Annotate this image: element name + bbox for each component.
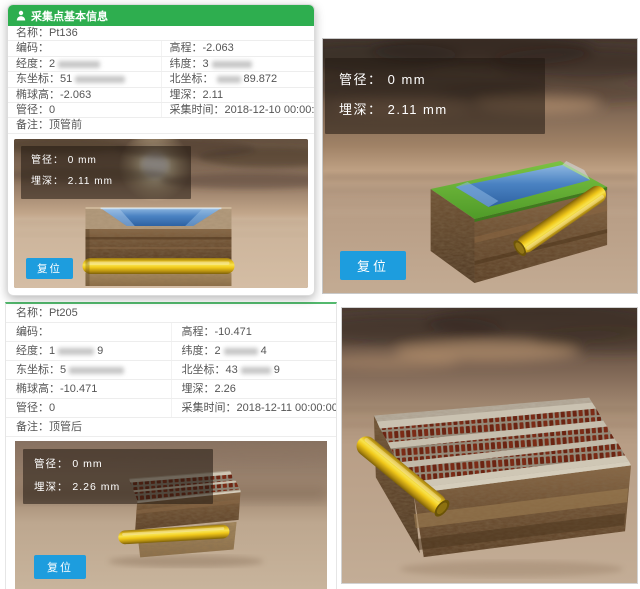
field-ellipsoid-height: 椭球高：-10.471 bbox=[6, 380, 171, 398]
redacted-value bbox=[241, 367, 271, 374]
pipe-diameter-text: 管径： 0 mm bbox=[339, 65, 531, 95]
terrain-block bbox=[82, 207, 234, 286]
field-remark: 备注：顶管后 bbox=[6, 418, 336, 436]
pipe-diameter-text: 管径： 0 mm bbox=[31, 150, 181, 172]
measurement-overlay: 管径： 0 mm 埋深： 2.11 mm bbox=[325, 58, 545, 134]
field-name: 名称：Pt205 bbox=[6, 304, 336, 322]
point-info-form: 名称：Pt205 编码： 高程：-10.471 经度：1 9 纬度：2 bbox=[6, 304, 336, 437]
field-depth: 埋深：2.26 bbox=[171, 380, 337, 398]
field-diameter: 管径：0 bbox=[8, 103, 161, 117]
field-ellipsoid-height: 椭球高：-2.063 bbox=[8, 88, 161, 102]
field-north-coord: 北坐标：43 9 bbox=[171, 361, 337, 379]
popup-titlebar: 采集点基本信息 bbox=[8, 5, 314, 26]
field-name: 名称：Pt136 bbox=[8, 26, 314, 40]
measurement-overlay: 管径： 0 mm 埋深： 2.11 mm bbox=[21, 146, 191, 199]
scene-lattice-perspective[interactable] bbox=[342, 308, 637, 583]
field-depth: 埋深：2.11 bbox=[161, 88, 315, 102]
field-elevation: 高程：-2.063 bbox=[161, 41, 315, 55]
collection-point-popup: 采集点基本信息 名称：Pt136 编码： 高程：-2.063 经度：2 bbox=[7, 4, 315, 296]
redacted-value bbox=[58, 348, 94, 355]
field-longitude: 经度：2 bbox=[8, 57, 161, 71]
redacted-value bbox=[224, 348, 258, 355]
redacted-value bbox=[75, 76, 125, 83]
burial-depth-text: 埋深： 2.11 mm bbox=[339, 95, 531, 125]
reset-button[interactable]: 复位 bbox=[26, 258, 73, 279]
field-elevation: 高程：-10.471 bbox=[171, 323, 337, 341]
field-latitude: 纬度：3 bbox=[161, 57, 315, 71]
screenshot-root: 采集点基本信息 名称：Pt136 编码： 高程：-2.063 经度：2 bbox=[0, 0, 640, 589]
burial-depth-text: 埋深： 2.26 mm bbox=[34, 476, 202, 499]
redacted-value bbox=[69, 367, 124, 374]
3d-render bbox=[342, 308, 637, 583]
field-code: 编码： bbox=[8, 41, 161, 55]
field-north-coord: 北坐标： 89.872 bbox=[161, 72, 315, 86]
field-latitude: 纬度：2 4 bbox=[171, 342, 337, 360]
field-east-coord: 东坐标：5 bbox=[6, 361, 171, 379]
reset-button[interactable]: 复位 bbox=[340, 251, 406, 280]
field-longitude: 经度：1 9 bbox=[6, 342, 171, 360]
field-collect-time: 采集时间：2018-12-11 00:00:00.000 bbox=[171, 399, 337, 417]
viewer-panel-bottom-right bbox=[341, 307, 638, 584]
pipe bbox=[82, 258, 234, 274]
collection-point-icon bbox=[16, 10, 26, 21]
pipe-diameter-text: 管径： 0 mm bbox=[34, 453, 202, 476]
viewer-panel-top-right: 管径： 0 mm 埋深： 2.11 mm 复位 bbox=[322, 38, 638, 294]
redacted-value bbox=[58, 61, 100, 68]
field-remark: 备注：顶管前 bbox=[8, 118, 314, 132]
field-collect-time: 采集时间：2018-12-10 00:00:00.000 bbox=[161, 103, 315, 117]
field-east-coord: 东坐标：51 bbox=[8, 72, 161, 86]
reset-button[interactable]: 复位 bbox=[34, 555, 86, 579]
burial-depth-text: 埋深： 2.11 mm bbox=[31, 171, 181, 193]
field-diameter: 管径：0 bbox=[6, 399, 171, 417]
scene-trench-front-view[interactable]: 管径： 0 mm 埋深： 2.11 mm 复位 bbox=[14, 139, 308, 288]
point-info-form: 名称：Pt136 编码： 高程：-2.063 经度：2 纬度：3 bbox=[8, 26, 314, 134]
scene-lattice-front-view[interactable]: 管径： 0 mm 埋深： 2.26 mm 复位 bbox=[15, 441, 327, 589]
field-code: 编码： bbox=[6, 323, 171, 341]
scene-trench-perspective[interactable]: 管径： 0 mm 埋深： 2.11 mm 复位 bbox=[323, 39, 637, 293]
measurement-overlay: 管径： 0 mm 埋深： 2.26 mm bbox=[23, 449, 213, 504]
redacted-value bbox=[217, 76, 241, 83]
popup-title-text: 采集点基本信息 bbox=[31, 8, 108, 24]
redacted-value bbox=[212, 61, 252, 68]
collection-point-panel: 名称：Pt205 编码： 高程：-10.471 经度：1 9 纬度：2 bbox=[5, 302, 337, 589]
